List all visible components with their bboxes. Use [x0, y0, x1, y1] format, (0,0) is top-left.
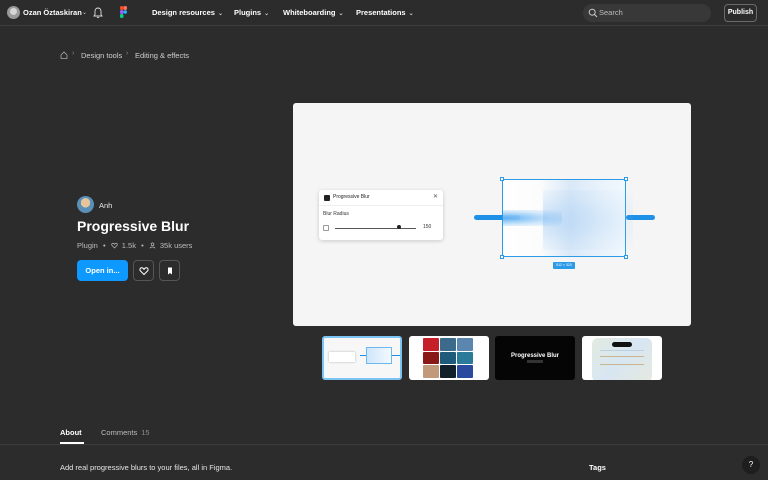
blur-radius-value: 150: [423, 224, 432, 230]
active-tab-indicator: [60, 442, 84, 444]
like-count: 1.5k: [121, 241, 136, 250]
close-icon: ✕: [432, 194, 438, 200]
thumb-photo-grid: [423, 338, 473, 378]
slider-track: [335, 227, 416, 229]
breadcrumb-separator: ›: [72, 50, 75, 57]
figma-logo-icon[interactable]: [120, 6, 127, 18]
thumbnail-1[interactable]: [322, 336, 402, 380]
user-name[interactable]: Ozan Öztaskiran: [23, 8, 82, 17]
plugin-panel-preview: Progressive Blur ✕ Blur Radius 150: [319, 190, 443, 240]
chevron-down-icon[interactable]: ⌄: [82, 9, 87, 16]
thumb-panel: [329, 352, 355, 362]
tags-heading: Tags: [589, 463, 606, 472]
blur-selection-box: [502, 179, 633, 257]
selection-handle: [500, 255, 504, 259]
chevron-down-icon: ⌄: [338, 11, 344, 17]
help-button[interactable]: ?: [742, 456, 760, 474]
user-count: 35k users: [159, 241, 193, 250]
search-placeholder: Search: [599, 8, 623, 17]
slider-knob: [397, 225, 401, 229]
comments-count: 15: [141, 428, 150, 437]
preview-image: Progressive Blur ✕ Blur Radius 150 512 ×…: [293, 103, 691, 326]
thumbnail-4[interactable]: [582, 336, 662, 380]
user-avatar[interactable]: [7, 6, 20, 19]
panel-divider: [319, 205, 443, 206]
heart-icon: [139, 267, 149, 276]
chevron-down-icon: ⌄: [264, 11, 270, 17]
chevron-down-icon: ⌄: [217, 11, 223, 17]
heart-icon: [110, 242, 118, 249]
dimension-label: 512 × 320: [553, 262, 575, 269]
plugin-type: Plugin: [77, 241, 98, 250]
selection-handle: [500, 177, 504, 181]
open-in-button[interactable]: Open in...: [77, 260, 128, 281]
search-icon: [588, 8, 598, 18]
tab-comments[interactable]: Comments 15: [101, 428, 150, 437]
search-input[interactable]: Search: [583, 4, 711, 22]
chevron-down-icon: ⌄: [408, 11, 414, 17]
plugin-meta: Plugin • 1.5k • 35k users: [77, 241, 193, 250]
thumb-blur-box: [366, 347, 392, 364]
home-icon[interactable]: [60, 51, 68, 59]
save-button[interactable]: [159, 260, 180, 281]
thumbnail-2[interactable]: [409, 336, 489, 380]
selection-handle: [624, 177, 628, 181]
thumbnail-3[interactable]: Progressive Blur: [495, 336, 575, 380]
plugin-title: Progressive Blur: [77, 218, 190, 234]
top-bar: Ozan Öztaskiran ⌄ Design resources ⌄ Plug…: [0, 0, 768, 26]
tabs-divider: [0, 444, 768, 445]
like-button[interactable]: [133, 260, 154, 281]
thumb-phone-map: [592, 338, 652, 380]
bookmark-icon: [168, 267, 172, 275]
breadcrumb-design-tools[interactable]: Design tools: [81, 51, 122, 60]
tab-about[interactable]: About: [60, 428, 82, 437]
plugin-logo-icon: [324, 195, 330, 201]
user-icon: [149, 242, 156, 249]
thumb-title: Progressive Blur: [495, 353, 575, 363]
selection-handle: [624, 255, 628, 259]
panel-title: Progressive Blur: [333, 194, 370, 200]
plugin-description: Add real progressive blurs to your files…: [60, 463, 233, 472]
nav-whiteboarding[interactable]: Whiteboarding ⌄: [283, 8, 344, 17]
publish-button[interactable]: Publish: [724, 4, 757, 22]
breadcrumb-editing-effects[interactable]: Editing & effects: [135, 51, 189, 60]
bell-icon[interactable]: [93, 7, 103, 19]
nav-presentations[interactable]: Presentations ⌄: [356, 8, 414, 17]
nav-plugins[interactable]: Plugins ⌄: [234, 8, 269, 17]
blur-radius-label: Blur Radius: [323, 211, 349, 217]
breadcrumb-separator: ›: [126, 50, 129, 57]
author-name[interactable]: Anh: [99, 201, 112, 210]
nav-design-resources[interactable]: Design resources ⌄: [152, 8, 223, 17]
author-avatar[interactable]: [77, 196, 94, 213]
blur-icon: [323, 225, 329, 231]
